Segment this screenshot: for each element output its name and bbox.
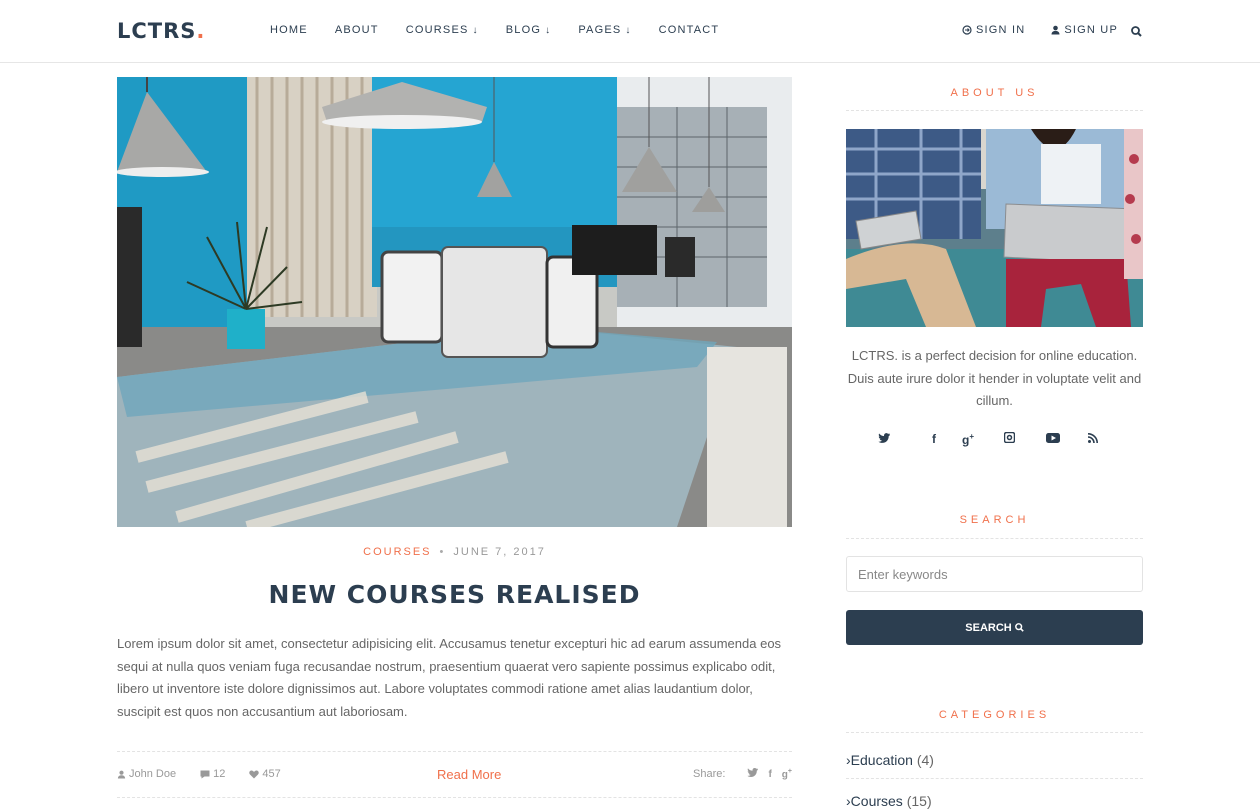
site-logo[interactable]: LCTRS.: [117, 19, 205, 43]
search-button[interactable]: SEARCH: [846, 610, 1143, 645]
google-plus-icon[interactable]: g+: [962, 432, 1004, 447]
post-comments[interactable]: 12: [200, 768, 237, 780]
category-item-courses[interactable]: ›Courses (15): [846, 793, 1143, 809]
nav-item-blog[interactable]: BLOG ↓: [506, 24, 552, 36]
arrow-down-icon: ↓: [545, 24, 552, 36]
arrow-down-icon: ↓: [625, 24, 632, 36]
instagram-icon[interactable]: [1003, 431, 1046, 447]
google-plus-icon[interactable]: g+: [782, 768, 792, 780]
read-more-link[interactable]: Read More: [437, 767, 501, 782]
search-widget-title: SEARCH: [959, 514, 1030, 526]
auth-links: SIGN IN SIGN UP: [962, 24, 1144, 36]
user-icon: [1051, 25, 1060, 35]
nav-item-pages[interactable]: PAGES ↓: [578, 24, 631, 36]
search-icon[interactable]: [1131, 24, 1142, 42]
site-header: LCTRS. HOME ABOUT COURSES ↓ BLOG ↓ PAGES ↓ …: [0, 0, 1260, 63]
twitter-icon[interactable]: [747, 768, 759, 780]
divider: [846, 538, 1143, 539]
post-title[interactable]: NEW COURSES REALISED: [117, 580, 792, 609]
post-excerpt: Lorem ipsum dolor sit amet, consectetur …: [117, 636, 782, 720]
post-footer: John Doe 12 457 Read More Share: f g+: [117, 751, 792, 798]
social-links: f g+: [878, 431, 1130, 447]
facebook-icon[interactable]: f: [920, 432, 962, 447]
sign-in-link[interactable]: SIGN IN: [962, 24, 1025, 36]
search-icon: [1014, 623, 1024, 632]
youtube-icon[interactable]: [1046, 432, 1088, 447]
post-date: JUNE 7, 2017: [453, 546, 546, 558]
post-likes[interactable]: 457: [249, 768, 292, 780]
about-image: [846, 129, 1143, 327]
meta-separator: •: [439, 546, 446, 558]
post-author[interactable]: John Doe: [117, 768, 188, 780]
nav-item-about[interactable]: ABOUT: [335, 24, 379, 36]
main-nav: HOME ABOUT COURSES ↓ BLOG ↓ PAGES ↓ CONTACT: [270, 24, 746, 36]
category-item-education[interactable]: ›Education (4): [846, 752, 1143, 768]
heart-icon: [249, 770, 260, 778]
sign-up-link[interactable]: SIGN UP: [1051, 24, 1118, 36]
nav-item-home[interactable]: HOME: [270, 24, 308, 36]
divider: [846, 732, 1143, 733]
rss-icon[interactable]: [1087, 432, 1130, 447]
twitter-icon[interactable]: [878, 432, 920, 447]
sign-in-icon: [962, 25, 972, 35]
divider: [846, 110, 1143, 111]
post-featured-image: [117, 77, 792, 527]
categories-widget-title: CATEGORIES: [938, 709, 1051, 721]
search-input[interactable]: [846, 556, 1143, 592]
arrow-down-icon: ↓: [472, 24, 479, 36]
nav-item-courses[interactable]: COURSES ↓: [406, 24, 479, 36]
about-widget-title: ABOUT US: [950, 87, 1039, 99]
post-category-link[interactable]: COURSES: [363, 546, 431, 558]
divider: [846, 778, 1143, 779]
share-bar: Share: f g+: [693, 768, 792, 780]
facebook-icon[interactable]: f: [768, 769, 771, 780]
comment-icon: [200, 770, 210, 778]
post-meta: COURSES • JUNE 7, 2017: [117, 546, 792, 558]
user-icon: [117, 770, 126, 779]
about-text: LCTRS. is a perfect decision for online …: [847, 348, 1142, 409]
nav-item-contact[interactable]: CONTACT: [659, 24, 720, 36]
share-label: Share:: [693, 768, 726, 781]
